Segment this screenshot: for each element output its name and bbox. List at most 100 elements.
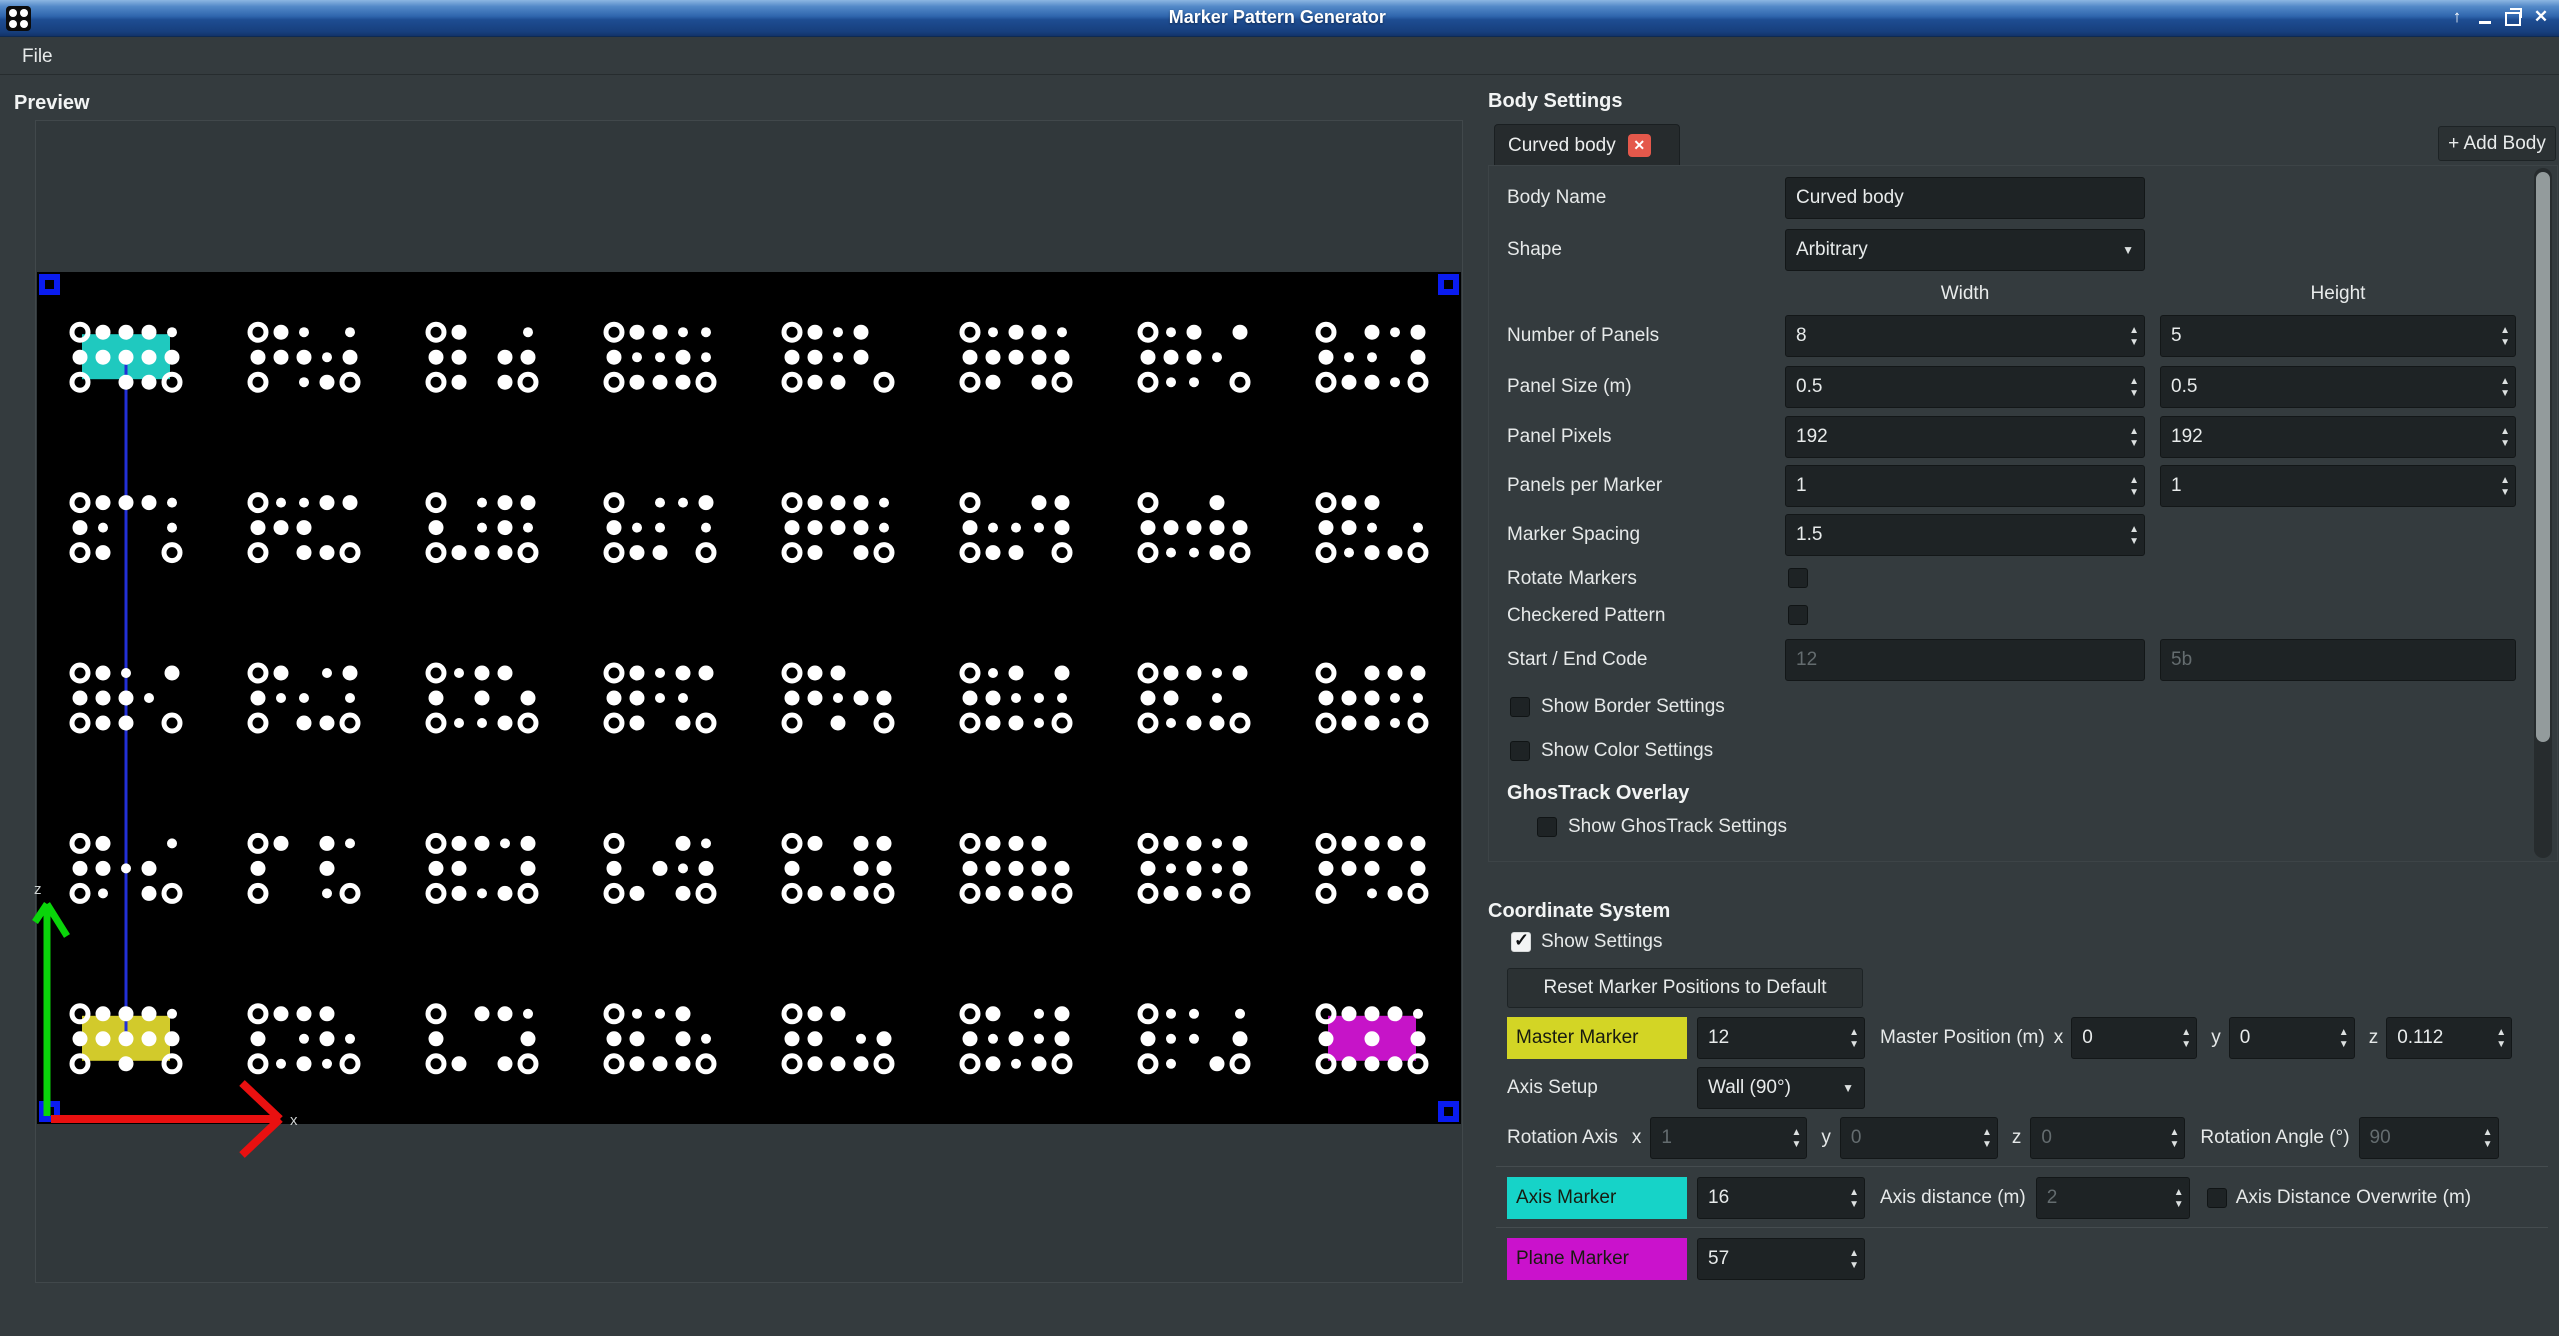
tab-curved-body[interactable]: Curved body ✕	[1494, 124, 1680, 166]
shade-button[interactable]: ↑	[2447, 4, 2467, 30]
corner-handle[interactable]	[1438, 274, 1459, 295]
number-of-panels-width-input[interactable]: 8 ▲▼	[1785, 315, 2145, 357]
show-border-settings-checkbox[interactable]	[1510, 697, 1530, 717]
spin-buttons[interactable]: ▲▼	[2129, 427, 2144, 448]
spin-buttons[interactable]: ▲▼	[2181, 1028, 2196, 1049]
spin-buttons[interactable]: ▲▼	[2496, 1028, 2511, 1049]
marker[interactable]	[606, 495, 714, 561]
panels-per-marker-height-input[interactable]: 1 ▲▼	[2160, 465, 2516, 507]
preview-canvas[interactable]: zx	[37, 272, 1461, 1124]
spin-buttons[interactable]: ▲▼	[2129, 525, 2144, 546]
tab-close-icon[interactable]: ✕	[1628, 134, 1651, 157]
marker[interactable]	[1140, 324, 1248, 390]
marker[interactable]	[428, 835, 536, 901]
show-settings-checkbox[interactable]	[1511, 932, 1531, 952]
marker[interactable]	[784, 665, 892, 731]
marker[interactable]	[784, 1006, 892, 1072]
spin-buttons[interactable]: ▲▼	[2500, 427, 2515, 448]
master-x-input[interactable]: 0 ▲▼	[2071, 1017, 2197, 1059]
marker[interactable]	[784, 495, 892, 561]
marker[interactable]	[428, 324, 536, 390]
spin-buttons[interactable]: ▲▼	[1849, 1188, 1864, 1209]
marker[interactable]	[1318, 495, 1426, 561]
marker[interactable]	[250, 665, 358, 731]
marker[interactable]	[962, 1006, 1070, 1072]
marker-ring	[72, 885, 88, 901]
end-code-input[interactable]: 5b	[2160, 639, 2516, 681]
marker[interactable]	[784, 835, 892, 901]
panel-size-height-input[interactable]: 0.5 ▲▼	[2160, 366, 2516, 408]
axis-marker-id-input[interactable]: 16 ▲▼	[1697, 1177, 1865, 1219]
panel-pixels-width-input[interactable]: 192 ▲▼	[1785, 416, 2145, 458]
spin-buttons[interactable]: ▲▼	[1849, 1249, 1864, 1270]
marker[interactable]	[1318, 324, 1426, 390]
marker[interactable]	[962, 324, 1070, 390]
marker[interactable]	[1140, 665, 1248, 731]
close-button[interactable]: ✕	[2531, 4, 2551, 30]
marker[interactable]	[606, 324, 714, 390]
spin-buttons[interactable]: ▲▼	[2129, 326, 2144, 347]
spin-buttons[interactable]: ▲▼	[2339, 1028, 2354, 1049]
marker[interactable]	[606, 665, 714, 731]
marker[interactable]	[606, 1006, 714, 1072]
shape-dropdown[interactable]: Arbitrary ▼	[1785, 229, 2145, 271]
marker[interactable]	[784, 324, 892, 390]
marker[interactable]	[1140, 495, 1248, 561]
spin-buttons[interactable]: ▲▼	[2129, 377, 2144, 398]
rotate-markers-checkbox[interactable]	[1788, 568, 1808, 588]
marker[interactable]	[1318, 665, 1426, 731]
marker[interactable]	[250, 835, 358, 901]
title-bar[interactable]: Marker Pattern Generator ↑ ✕	[0, 0, 2559, 37]
master-y-input[interactable]: 0 ▲▼	[2229, 1017, 2355, 1059]
marker-dot	[96, 691, 111, 706]
spin-buttons[interactable]: ▲▼	[1849, 1028, 1864, 1049]
body-name-input[interactable]: Curved body	[1785, 177, 2145, 219]
add-body-button[interactable]: + Add Body	[2438, 126, 2556, 161]
number-of-panels-height-input[interactable]: 5 ▲▼	[2160, 315, 2516, 357]
marker[interactable]	[250, 324, 358, 390]
marker-spacing-input[interactable]: 1.5 ▲▼	[1785, 514, 2145, 556]
marker-ring	[428, 665, 444, 681]
marker[interactable]	[250, 1006, 358, 1072]
marker-ring	[698, 545, 714, 561]
panel-size-width-input[interactable]: 0.5 ▲▼	[1785, 366, 2145, 408]
marker[interactable]	[962, 835, 1070, 901]
marker[interactable]	[1140, 835, 1248, 901]
reset-marker-positions-button[interactable]: Reset Marker Positions to Default	[1507, 968, 1863, 1008]
marker[interactable]	[962, 495, 1070, 561]
panel-pixels-height-input[interactable]: 192 ▲▼	[2160, 416, 2516, 458]
marker[interactable]	[428, 665, 536, 731]
marker[interactable]	[606, 835, 714, 901]
spin-buttons[interactable]: ▲▼	[2500, 476, 2515, 497]
spin-buttons[interactable]: ▲▼	[2500, 377, 2515, 398]
marker-ring	[962, 715, 978, 731]
master-z-input[interactable]: 0.112 ▲▼	[2386, 1017, 2512, 1059]
marker[interactable]	[428, 1006, 536, 1072]
plane-marker-id-input[interactable]: 57 ▲▼	[1697, 1238, 1865, 1280]
menu-file[interactable]: File	[16, 44, 59, 70]
marker[interactable]	[1318, 835, 1426, 901]
z-axis-arrow	[35, 904, 67, 1116]
panels-per-marker-width-input[interactable]: 1 ▲▼	[1785, 465, 2145, 507]
spin-buttons[interactable]: ▲▼	[2129, 476, 2144, 497]
marker[interactable]	[1140, 1006, 1248, 1072]
maximize-button[interactable]	[2503, 4, 2523, 30]
corner-handle[interactable]	[1438, 1101, 1459, 1122]
marker[interactable]	[962, 665, 1070, 731]
spin-buttons[interactable]: ▲▼	[2500, 326, 2515, 347]
marker-dot	[299, 327, 309, 337]
minimize-button[interactable]	[2475, 4, 2495, 30]
marker-ring	[606, 835, 622, 851]
show-ghostrack-settings-checkbox[interactable]	[1537, 817, 1557, 837]
axis-setup-dropdown[interactable]: Wall (90°) ▼	[1697, 1067, 1865, 1109]
corner-handle[interactable]	[39, 274, 60, 295]
marker[interactable]	[72, 665, 180, 731]
axis-distance-overwrite-checkbox[interactable]	[2207, 1188, 2227, 1208]
show-color-settings-checkbox[interactable]	[1510, 741, 1530, 761]
marker-dot	[96, 836, 111, 851]
checkered-pattern-checkbox[interactable]	[1788, 605, 1808, 625]
marker[interactable]	[250, 495, 358, 561]
marker[interactable]	[428, 495, 536, 561]
start-code-input[interactable]: 12	[1785, 639, 2145, 681]
master-marker-id-input[interactable]: 12 ▲▼	[1697, 1017, 1865, 1059]
